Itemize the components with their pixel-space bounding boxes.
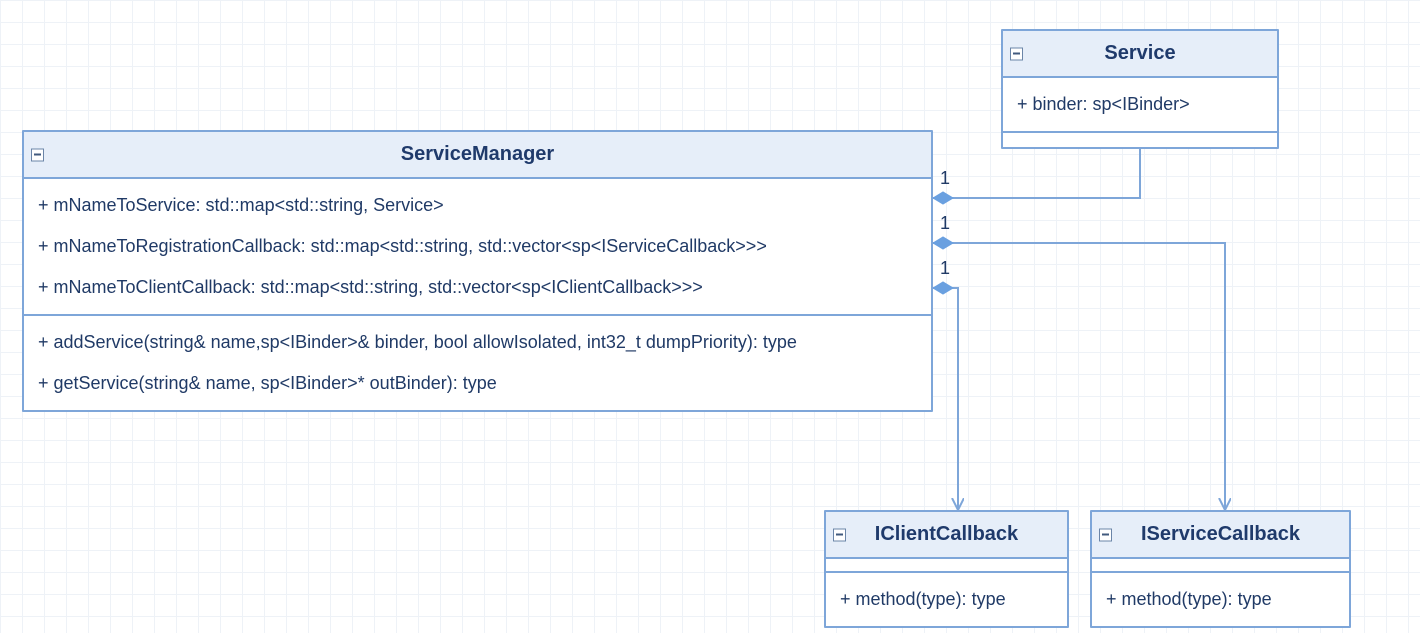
operations-section: + method(type): type: [826, 573, 1067, 626]
attribute-row: + binder: sp<IBinder>: [1003, 84, 1277, 125]
multiplicity-label: 1: [940, 258, 950, 279]
operation-row: + method(type): type: [826, 579, 1067, 620]
attributes-section: + mNameToService: std::map<std::string, …: [24, 179, 931, 316]
class-title: Service: [1003, 31, 1277, 78]
class-name-label: IServiceCallback: [1141, 523, 1300, 545]
operation-row: + method(type): type: [1092, 579, 1349, 620]
operation-row: + getService(string& name, sp<IBinder>* …: [24, 363, 931, 404]
multiplicity-label: 1: [940, 213, 950, 234]
class-iclientcallback[interactable]: IClientCallback + method(type): type: [824, 510, 1069, 628]
operations-section: [1003, 133, 1277, 147]
class-title: ServiceManager: [24, 132, 931, 179]
connector-sm-iclientcallback: [933, 288, 958, 510]
attribute-row: + mNameToRegistrationCallback: std::map<…: [24, 226, 931, 267]
operations-section: + method(type): type: [1092, 573, 1349, 626]
class-name-label: Service: [1104, 42, 1175, 64]
class-title: IServiceCallback: [1092, 512, 1349, 559]
attributes-section: [826, 559, 1067, 573]
class-iservicecallback[interactable]: IServiceCallback + method(type): type: [1090, 510, 1351, 628]
connector-sm-iservicecallback: [933, 243, 1225, 510]
class-name-label: ServiceManager: [401, 143, 554, 165]
collapse-icon[interactable]: [31, 148, 44, 161]
operation-row: + addService(string& name,sp<IBinder>& b…: [24, 322, 931, 363]
collapse-icon[interactable]: [1099, 528, 1112, 541]
class-service[interactable]: Service + binder: sp<IBinder>: [1001, 29, 1279, 149]
class-title: IClientCallback: [826, 512, 1067, 559]
attributes-section: + binder: sp<IBinder>: [1003, 78, 1277, 133]
attributes-section: [1092, 559, 1349, 573]
class-service-manager[interactable]: ServiceManager + mNameToService: std::ma…: [22, 130, 933, 412]
attribute-row: + mNameToClientCallback: std::map<std::s…: [24, 267, 931, 308]
collapse-icon[interactable]: [1010, 47, 1023, 60]
multiplicity-label: 1: [940, 168, 950, 189]
class-name-label: IClientCallback: [875, 523, 1018, 545]
collapse-icon[interactable]: [833, 528, 846, 541]
attribute-row: + mNameToService: std::map<std::string, …: [24, 185, 931, 226]
operations-section: + addService(string& name,sp<IBinder>& b…: [24, 316, 931, 410]
